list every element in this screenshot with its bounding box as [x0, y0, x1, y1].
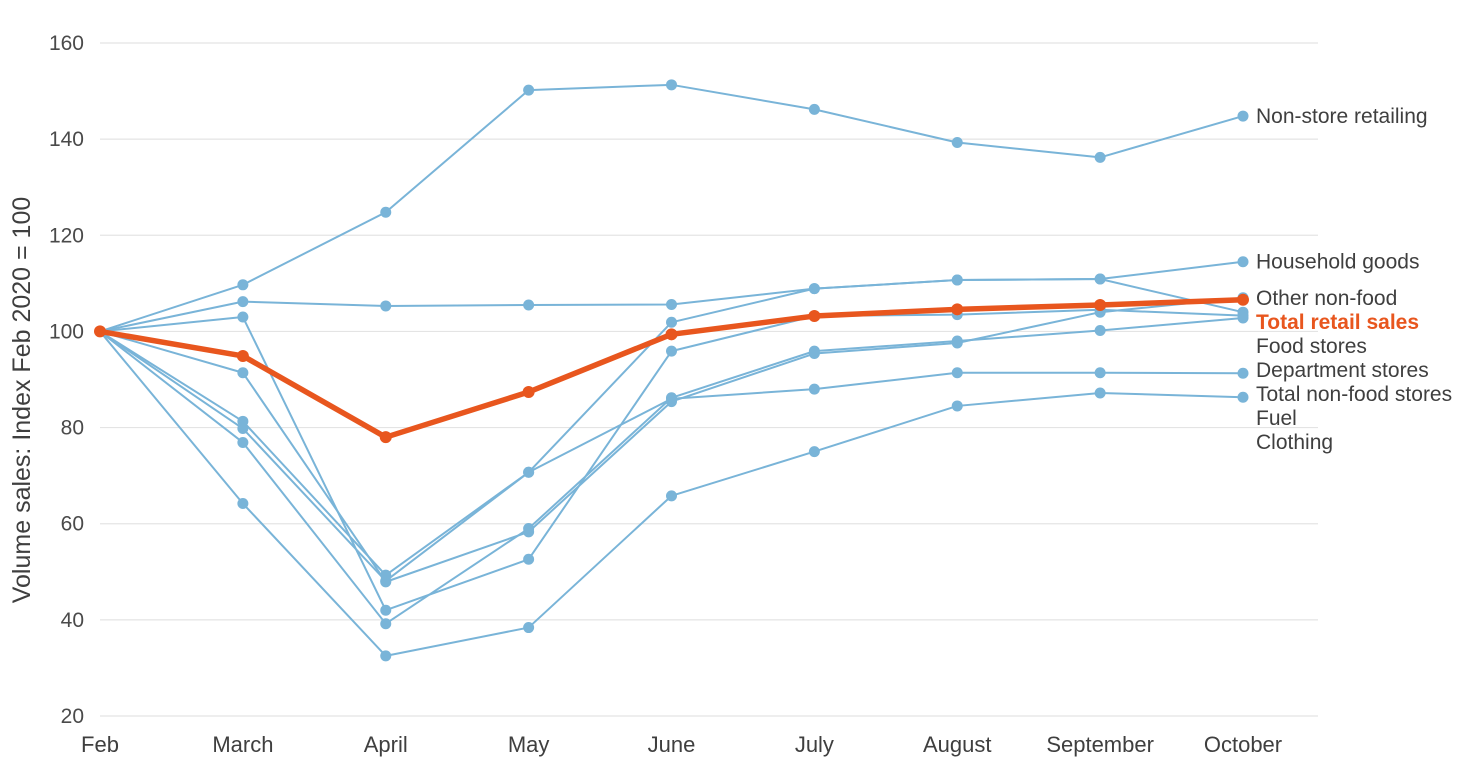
series-data-point — [808, 283, 820, 295]
series-data-point — [523, 622, 535, 634]
y-axis-title: Volume sales: Index Feb 2020 = 100 — [8, 197, 36, 604]
series-lines-group — [97, 83, 1246, 657]
series-data-point — [951, 367, 963, 379]
y-axis-tick-label: 100 — [49, 320, 84, 343]
series-data-point — [666, 490, 677, 502]
x-axis-tick-label: June — [648, 732, 696, 757]
series-data-point — [236, 349, 249, 362]
series-data-point — [808, 103, 820, 115]
series-end-label: Household goods — [1256, 251, 1419, 274]
series-data-point — [951, 335, 963, 347]
series-data-point — [380, 604, 392, 616]
series-line — [99, 83, 1244, 333]
series-data-point — [951, 137, 963, 149]
x-axis-tick-label: May — [508, 732, 550, 757]
series-data-point — [237, 436, 249, 448]
series-data-point — [237, 423, 249, 435]
series-data-point — [665, 328, 678, 341]
series-end-labels-group: Non-store retailing Household goods Other … — [1256, 105, 1452, 454]
y-axis-tick-label: 160 — [49, 32, 84, 55]
series-data-point — [1237, 367, 1249, 379]
series-data-point — [523, 84, 535, 96]
series-data-point — [808, 310, 821, 323]
series-data-point — [237, 279, 249, 291]
x-axis-tick-label: October — [1204, 732, 1282, 757]
series-data-point — [1094, 324, 1106, 336]
series-end-label: Food stores — [1256, 335, 1367, 358]
series-data-point — [666, 316, 677, 328]
x-axis-tick-label: August — [923, 732, 992, 757]
y-axis-tick-label: 80 — [61, 417, 84, 440]
series-data-point — [523, 466, 535, 478]
series-end-label: Total retail sales — [1256, 311, 1419, 334]
series-data-point — [808, 383, 820, 395]
series-data-point — [808, 345, 820, 357]
series-data-point — [1094, 367, 1106, 379]
series-end-label: Non-store retailing — [1256, 105, 1428, 128]
series-data-point — [522, 385, 535, 398]
x-axis-tick-label: Feb — [81, 732, 119, 757]
y-axis-tick-label: 140 — [49, 128, 84, 151]
series-end-label: Other non-food — [1256, 287, 1397, 310]
series-data-point — [237, 311, 249, 323]
series-data-point — [379, 431, 392, 444]
series-data-point — [666, 393, 677, 405]
series-data-point — [1094, 387, 1106, 399]
series-data-point — [1237, 293, 1249, 306]
series-data-point — [1237, 110, 1249, 122]
series-data-point — [523, 299, 535, 311]
line-chart: 20 40 60 80 100 120 140 160 Feb March April May Jun… — [0, 0, 1470, 772]
series-data-point — [380, 300, 392, 312]
x-axis-tick-label: July — [795, 732, 834, 757]
series-data-point — [666, 345, 677, 357]
series-data-point — [523, 553, 535, 565]
series-data-point — [523, 523, 535, 535]
series-data-point — [380, 575, 392, 587]
series-end-label: Total non-food stores — [1256, 383, 1452, 406]
series-data-point — [951, 400, 963, 412]
series-data-point — [951, 274, 963, 286]
series-line — [99, 330, 1244, 582]
x-axis-tick-label: September — [1046, 732, 1154, 757]
series-data-point — [1237, 312, 1249, 324]
y-axis-tick-label: 40 — [61, 609, 84, 632]
series-data-point — [237, 296, 249, 308]
series-data-point — [666, 299, 677, 311]
series-line — [99, 296, 1244, 583]
series-data-point — [1237, 391, 1249, 403]
y-axis-ticks-group: 20 40 60 80 100 120 140 160 — [49, 32, 84, 728]
series-data-point — [1094, 273, 1106, 285]
series-line — [99, 316, 1244, 625]
x-axis-tick-label: April — [364, 732, 408, 757]
chart-canvas: 20 40 60 80 100 120 140 160 Feb March April May Jun… — [8, 32, 1452, 757]
series-data-point — [380, 650, 392, 662]
series-data-point — [1094, 298, 1107, 311]
series-data-point — [1094, 151, 1106, 163]
series-data-point — [94, 325, 106, 338]
series-data-point — [666, 79, 677, 91]
series-data-point — [380, 618, 392, 630]
y-axis-tick-label: 20 — [61, 705, 84, 728]
series-data-point — [951, 303, 964, 316]
x-axis-tick-label: March — [212, 732, 273, 757]
series-end-label: Clothing — [1256, 431, 1333, 454]
series-data-point — [237, 367, 249, 379]
series-data-point — [808, 446, 820, 458]
series-end-label: Fuel — [1256, 407, 1297, 430]
x-axis-ticks-group: Feb March April May June July August September O… — [81, 732, 1282, 757]
y-axis-tick-label: 120 — [49, 224, 84, 247]
series-data-point — [1237, 256, 1249, 268]
series-data-point — [237, 498, 249, 510]
series-end-label: Department stores — [1256, 359, 1429, 382]
series-data-point — [380, 206, 392, 218]
y-axis-tick-label: 60 — [61, 513, 84, 536]
